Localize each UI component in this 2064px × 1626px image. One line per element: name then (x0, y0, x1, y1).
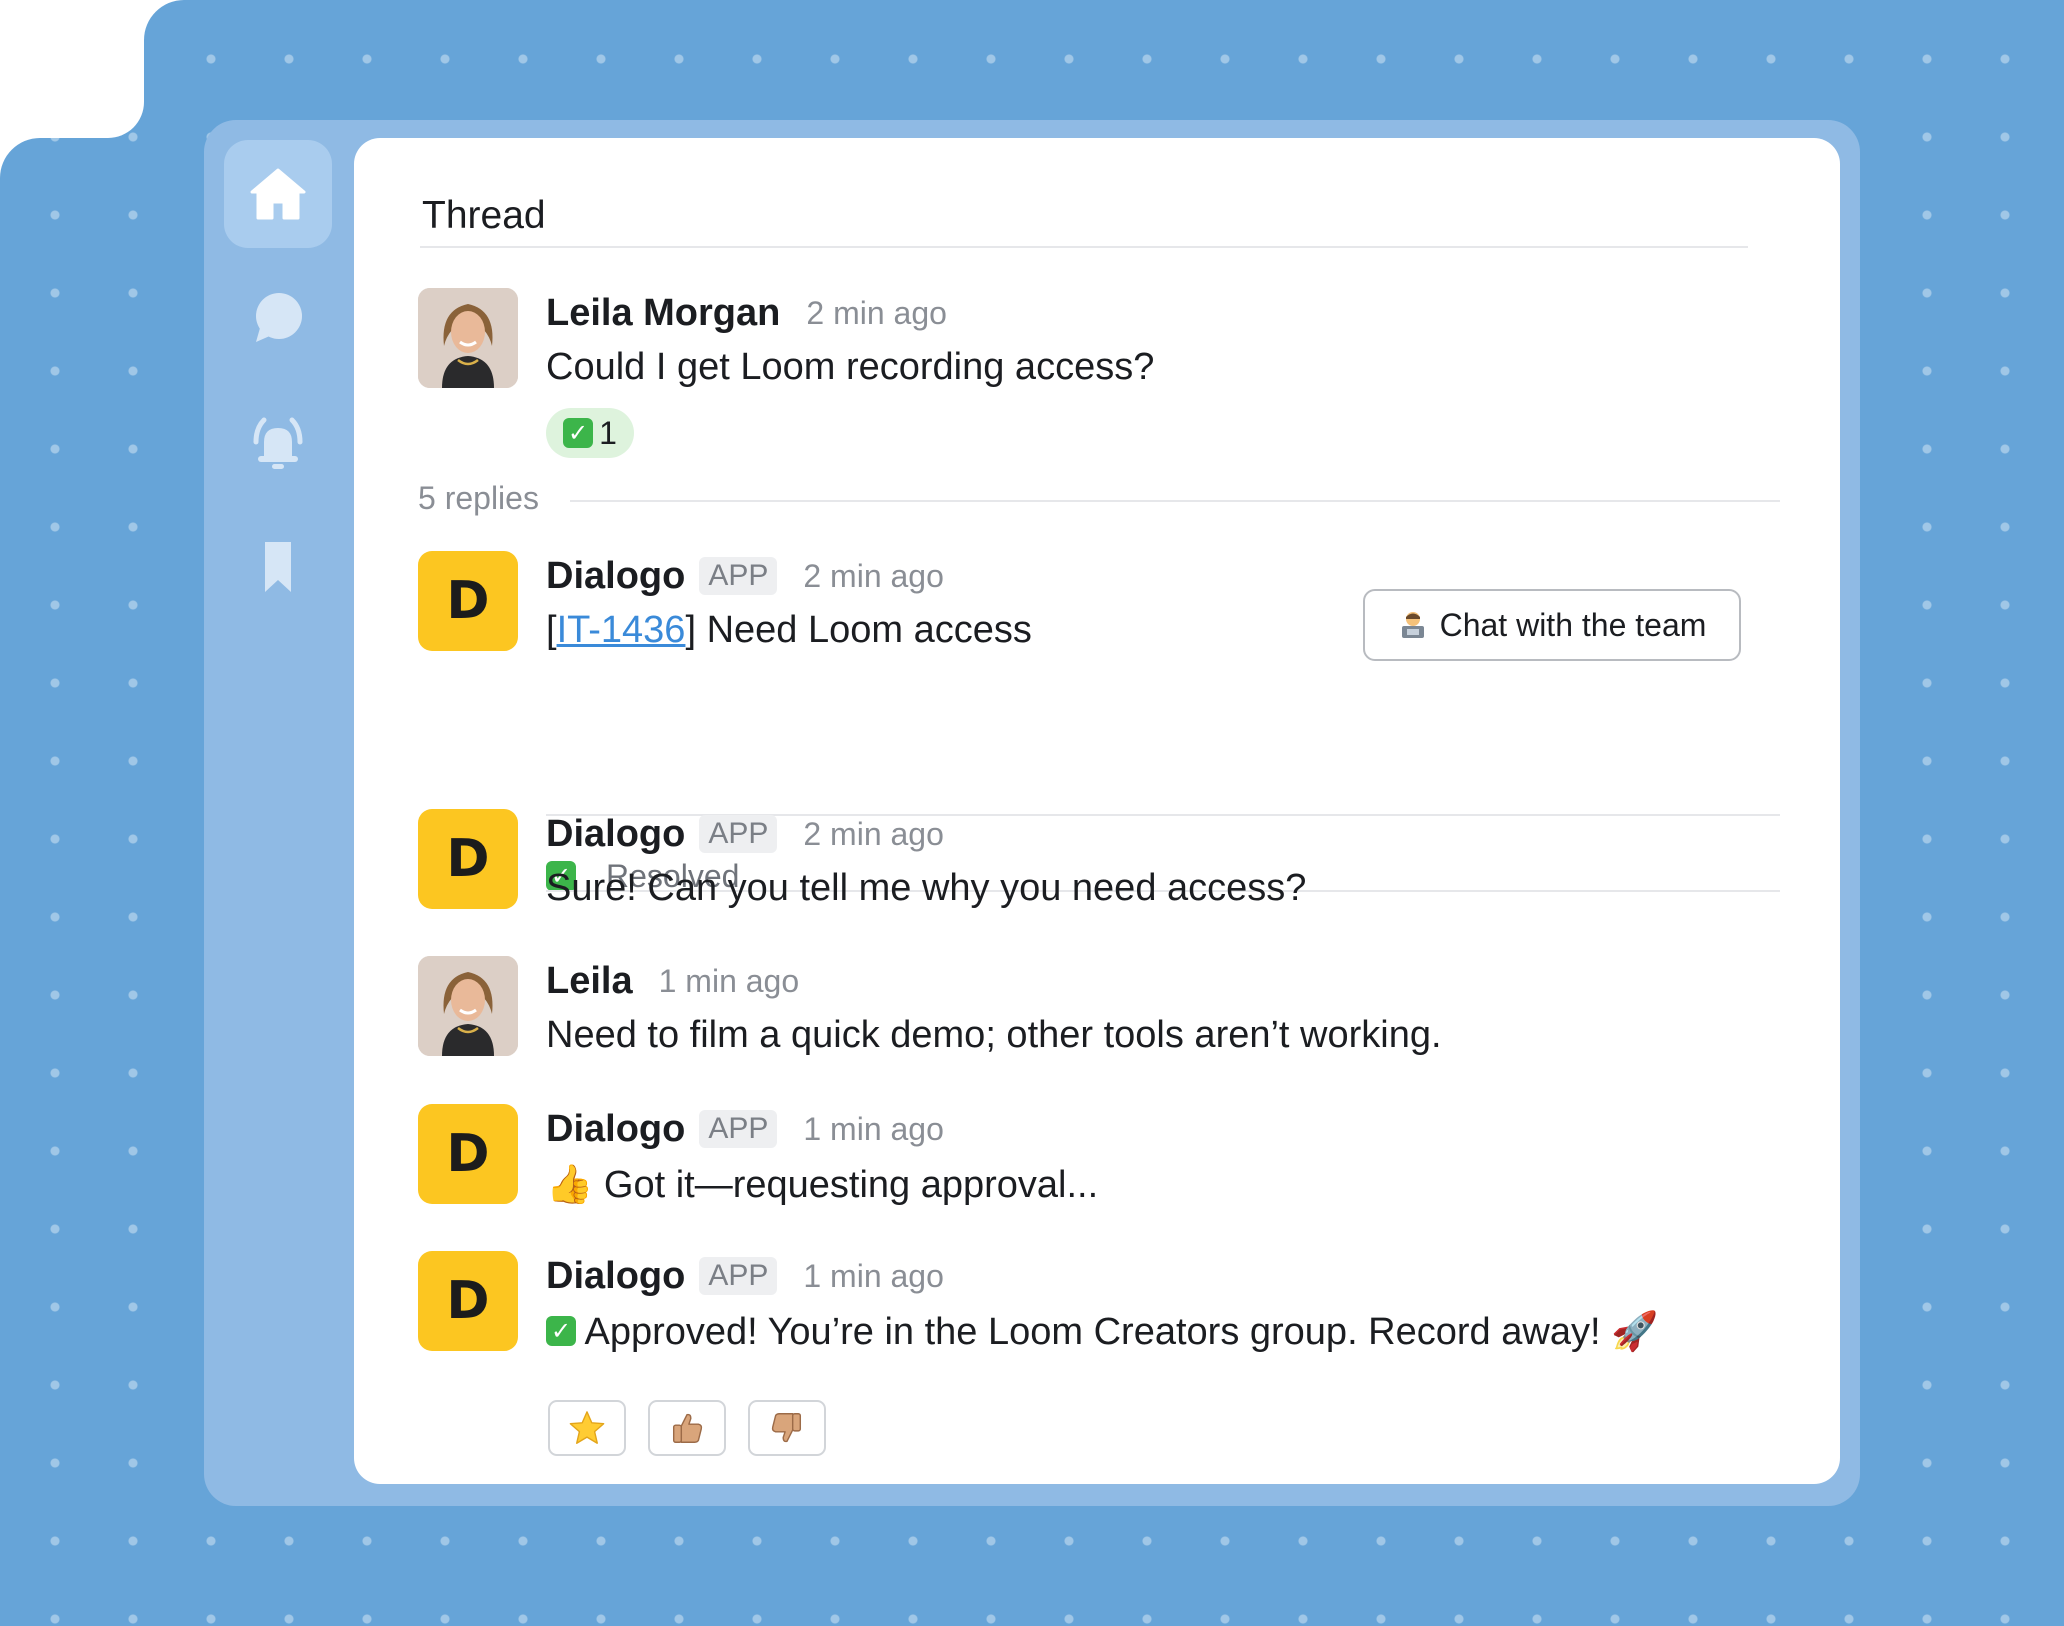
sidebar-item-alerts[interactable] (224, 388, 332, 496)
bot-avatar[interactable]: D (418, 809, 518, 909)
ticket-link[interactable]: IT-1436 (557, 609, 686, 651)
app-badge: APP (699, 557, 778, 595)
reaction-pill[interactable]: ✓ 1 (546, 408, 634, 458)
chat-with-team-button[interactable]: Chat with the team (1363, 589, 1741, 661)
sidebar-item-saved[interactable] (224, 512, 332, 620)
author-name[interactable]: Leila (546, 960, 633, 1003)
message-content: Approved! You’re in the Loom Creators gr… (584, 1311, 1601, 1353)
star-button[interactable] (548, 1400, 626, 1456)
replies-count: 5 replies (418, 480, 539, 516)
author-name[interactable]: Dialogo (546, 1108, 685, 1151)
home-icon (250, 168, 306, 220)
message-header: Leila 1 min ago (546, 956, 799, 1006)
author-name[interactable]: Dialogo (546, 555, 685, 598)
bookmark-icon (265, 542, 291, 592)
app-window: Thread Leila Morgan 2 min ago Could I ge… (204, 120, 1860, 1506)
check-mark-emoji: ✓ (563, 418, 594, 448)
user-photo (418, 956, 518, 1056)
message-header: Dialogo APP 1 min ago (546, 1251, 944, 1301)
thread-panel: Thread Leila Morgan 2 min ago Could I ge… (354, 138, 1840, 1484)
thumbs-down-icon (771, 1413, 802, 1443)
author-name[interactable]: Dialogo (546, 813, 685, 856)
avatar[interactable] (418, 956, 518, 1056)
check-mark-emoji: ✓ (546, 1315, 576, 1346)
thumbs-up-icon (672, 1413, 703, 1443)
divider (570, 500, 1780, 502)
rocket-emoji: 🚀 (1611, 1309, 1659, 1353)
timestamp: 2 min ago (803, 557, 944, 594)
message-text: Sure! Can you tell me why you need acces… (546, 867, 1307, 909)
author-name[interactable]: Leila Morgan (546, 292, 780, 335)
sidebar-item-messages[interactable] (224, 264, 332, 372)
bot-avatar[interactable]: D (418, 1104, 518, 1204)
page-title: Thread (422, 194, 546, 237)
message-text: Need to film a quick demo; other tools a… (546, 1014, 1442, 1056)
timestamp: 1 min ago (803, 1257, 944, 1294)
reaction-count: 1 (599, 414, 617, 451)
user-photo (418, 288, 518, 388)
button-label: Chat with the team (1439, 606, 1707, 643)
replies-divider: 5 replies (418, 480, 1780, 524)
star-icon (569, 1411, 605, 1444)
app-badge: APP (699, 1110, 778, 1148)
bot-avatar[interactable]: D (418, 1251, 518, 1351)
app-badge: APP (699, 1257, 778, 1295)
thumbs-down-button[interactable] (748, 1400, 826, 1456)
background-notch-corner (0, 138, 40, 178)
sidebar (204, 120, 354, 1506)
timestamp: 1 min ago (658, 962, 800, 999)
timestamp: 2 min ago (803, 815, 944, 852)
message-header: Dialogo APP 2 min ago (546, 809, 944, 859)
technologist-emoji (1401, 612, 1424, 638)
message-header: Dialogo APP 1 min ago (546, 1104, 944, 1154)
bot-avatar[interactable]: D (418, 551, 518, 651)
thumbs-up-button[interactable] (648, 1400, 726, 1456)
message-text: Could I get Loom recording access? (546, 346, 1155, 388)
message-text: ✓ Approved! You’re in the Loom Creators … (546, 1309, 1658, 1354)
sidebar-item-home[interactable] (224, 140, 332, 248)
bracket: [ (546, 609, 557, 651)
message-header: Leila Morgan 2 min ago (546, 288, 947, 338)
chat-bubble-icon (256, 293, 302, 342)
message-content: Got it—requesting approval... (603, 1164, 1099, 1206)
author-name[interactable]: Dialogo (546, 1255, 685, 1298)
thumbs-up-emoji: 👍 (546, 1162, 594, 1206)
app-badge: APP (699, 815, 778, 853)
avatar[interactable] (418, 288, 518, 388)
bracket: ] (685, 609, 696, 651)
message-text: 👍 Got it—requesting approval... (546, 1162, 1098, 1207)
ticket-title: Need Loom access (706, 609, 1032, 651)
message-header: Dialogo APP 2 min ago (546, 551, 944, 601)
feedback-buttons (548, 1400, 826, 1456)
message-text: [IT-1436] Need Loom access (546, 609, 1032, 652)
alarm-bell-icon (253, 417, 303, 469)
timestamp: 1 min ago (803, 1110, 944, 1147)
background-notch-corner (144, 0, 184, 40)
timestamp: 2 min ago (806, 294, 947, 331)
background-notch (0, 0, 144, 138)
title-divider (420, 246, 1748, 248)
